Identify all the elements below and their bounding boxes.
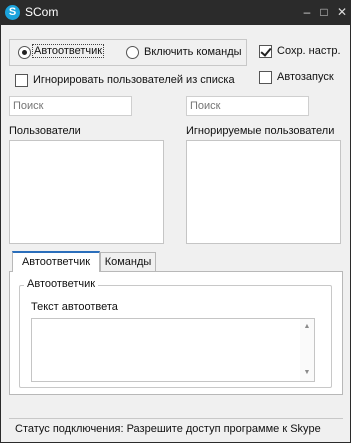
autostart-label[interactable]: Автозапуск bbox=[277, 71, 334, 83]
autoresponse-text-label: Текст автоответа bbox=[31, 301, 118, 313]
autoresponder-radio-label[interactable]: Автоответчик bbox=[31, 44, 105, 58]
commands-radio[interactable] bbox=[126, 46, 139, 59]
close-icon[interactable]: ✕ bbox=[333, 3, 351, 21]
status-bar: Статус подключения: Разрешите доступ про… bbox=[9, 418, 343, 440]
ignore-users-label[interactable]: Игнорировать пользователей из списка bbox=[33, 74, 235, 86]
autoresponder-groupbox-title: Автоответчик bbox=[24, 278, 99, 290]
ignored-users-listbox[interactable] bbox=[186, 140, 341, 244]
title-bar[interactable]: S SCom – □ ✕ bbox=[0, 0, 351, 25]
autostart-checkbox[interactable] bbox=[259, 71, 272, 84]
minimize-icon[interactable]: – bbox=[298, 3, 316, 21]
tab-strip: Автоответчик Команды bbox=[9, 251, 343, 272]
skype-app-icon: S bbox=[5, 5, 20, 20]
users-list-label: Пользователи bbox=[9, 125, 81, 137]
scroll-down-icon[interactable]: ▼ bbox=[300, 367, 314, 379]
save-settings-label[interactable]: Сохр. настр. bbox=[277, 45, 341, 57]
window-title: SCom bbox=[25, 5, 59, 19]
textarea-scrollbar[interactable]: ▲ ▼ bbox=[300, 319, 314, 381]
autoresponder-radio[interactable] bbox=[18, 46, 31, 59]
maximize-icon[interactable]: □ bbox=[315, 3, 333, 21]
commands-radio-label[interactable]: Включить команды bbox=[144, 46, 242, 58]
users-listbox[interactable] bbox=[9, 140, 164, 244]
connection-status-text: Статус подключения: Разрешите доступ про… bbox=[15, 423, 321, 435]
ignored-search-input[interactable] bbox=[186, 96, 309, 116]
scroll-up-icon[interactable]: ▲ bbox=[300, 321, 314, 333]
app-window: S SCom – □ ✕ Автоответчик Включить коман… bbox=[0, 0, 351, 443]
tab-commands[interactable]: Команды bbox=[100, 252, 156, 272]
ignore-users-checkbox[interactable] bbox=[15, 74, 28, 87]
ignored-list-label: Игнорируемые пользователи bbox=[186, 125, 335, 137]
tab-autoresponder[interactable]: Автоответчик bbox=[12, 251, 100, 272]
autoresponse-text-area[interactable]: ▲ ▼ bbox=[31, 318, 315, 382]
users-search-input[interactable] bbox=[9, 96, 132, 116]
save-settings-checkbox[interactable] bbox=[259, 45, 272, 58]
